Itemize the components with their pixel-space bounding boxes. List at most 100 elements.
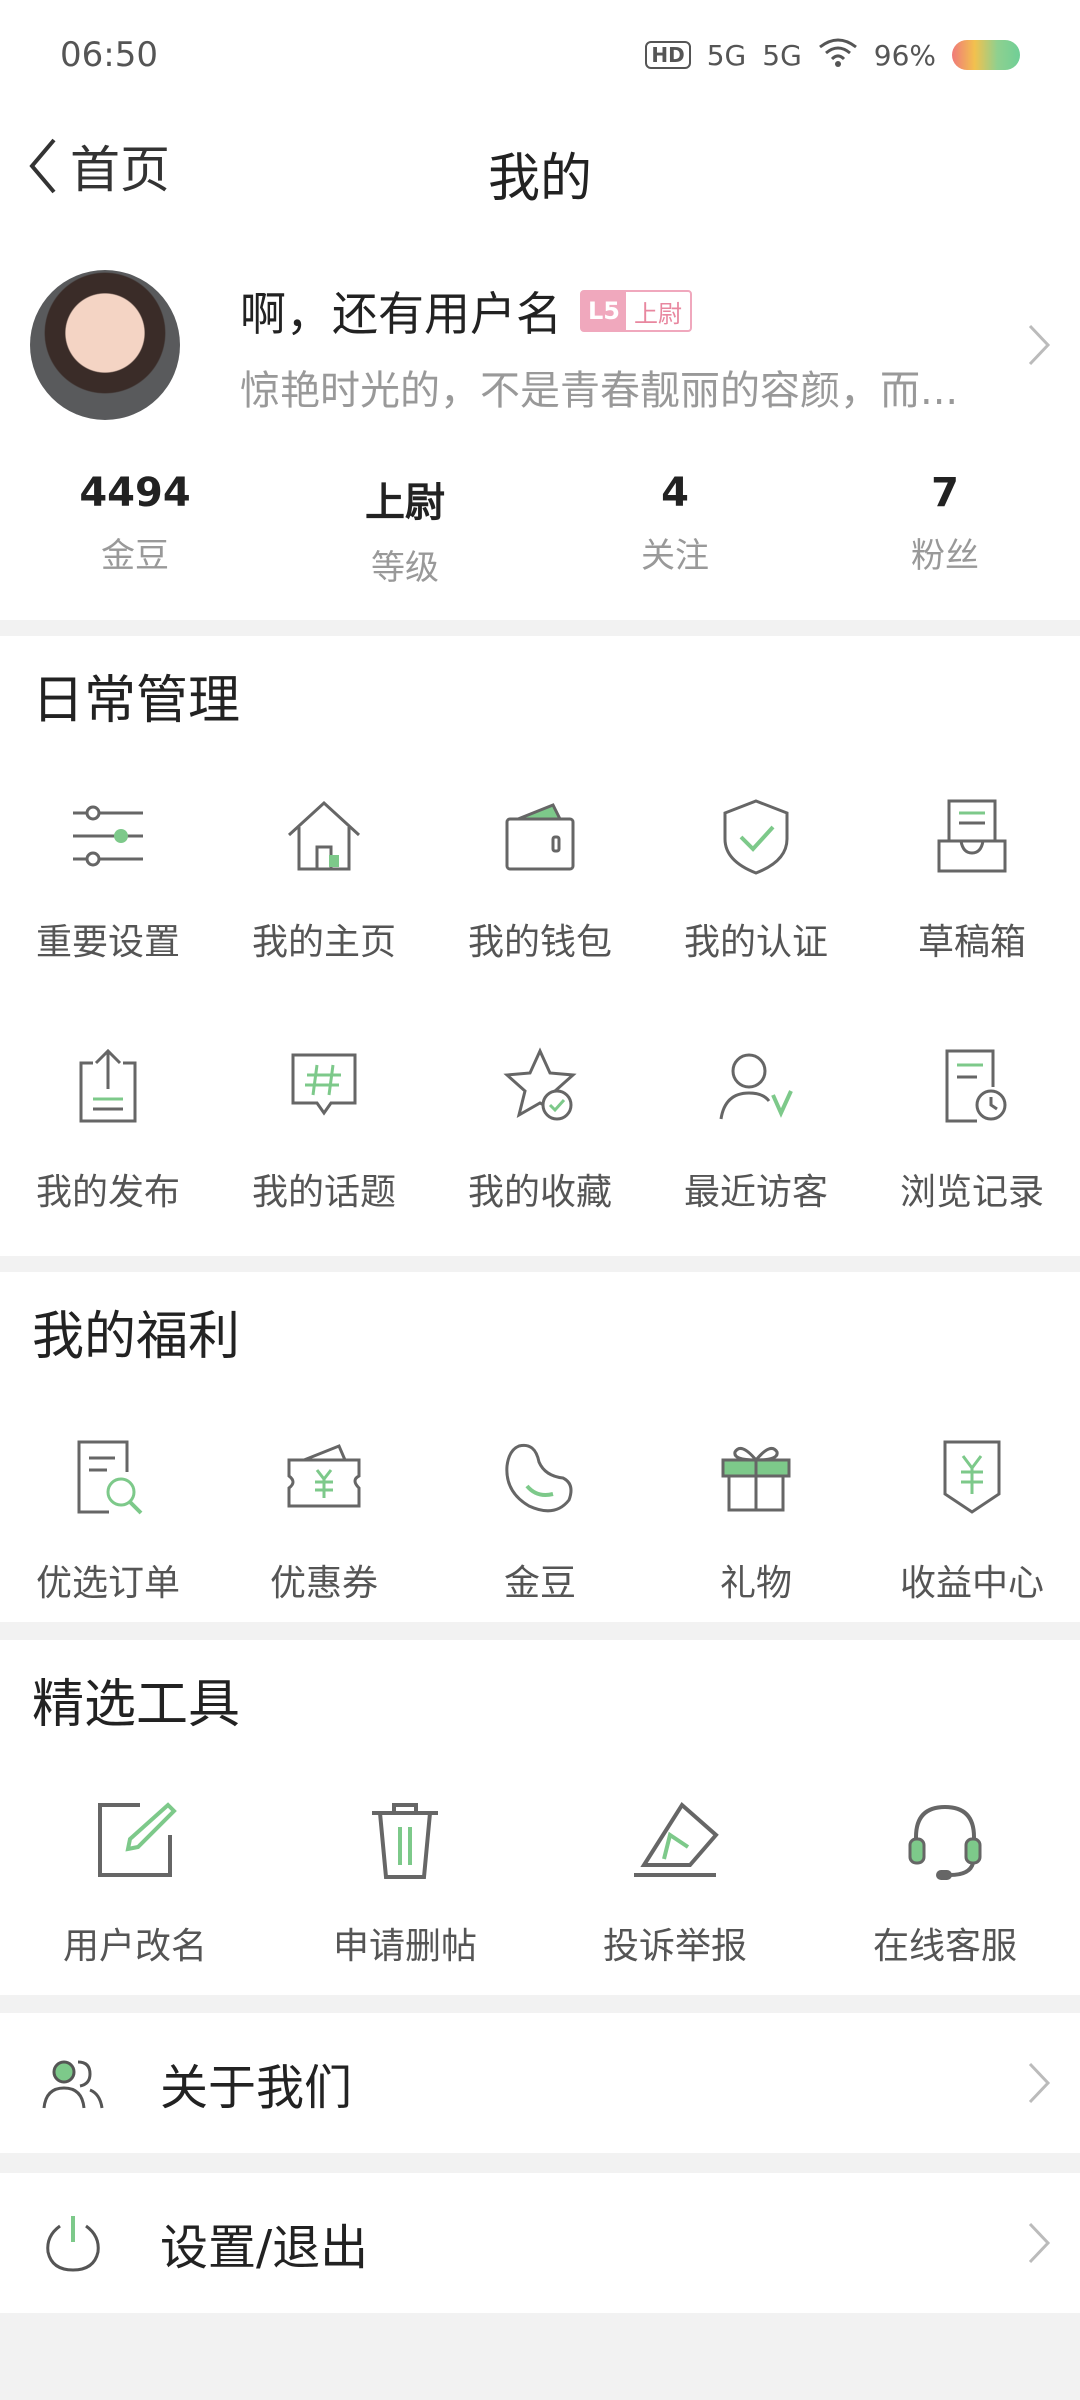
welfare-row: 优选订单 优惠券 金豆 礼物 收益中心: [0, 1432, 1080, 1606]
avatar[interactable]: [30, 270, 180, 420]
menu-label: 草稿箱: [917, 922, 1026, 963]
chevron-right-icon: [1028, 324, 1051, 366]
tool-delete-post[interactable]: 申请删帖: [270, 1795, 540, 1969]
hashtag-icon: [291, 1053, 357, 1116]
menu-label: 最近访客: [683, 1172, 828, 1213]
tools-row: 用户改名 申请删帖 投诉举报 在线客服: [0, 1795, 1080, 1969]
signal-5g-icon: 5G: [706, 38, 747, 72]
menu-label: 优选订单: [35, 1563, 180, 1604]
stat-value: 4494: [79, 470, 191, 516]
stat-label: 等级: [371, 548, 439, 588]
menu-recent-visitors[interactable]: 最近访客: [648, 1041, 864, 1215]
menu-coupons[interactable]: 优惠券: [216, 1432, 432, 1606]
level-badge: L5 上尉: [580, 290, 692, 332]
stat-level[interactable]: 上尉 等级: [270, 470, 540, 589]
row-label: 设置/退出: [160, 2220, 369, 2276]
level-badge-code: L5: [582, 292, 626, 330]
bean-icon: [505, 1443, 573, 1513]
stat-value: 7: [931, 470, 959, 516]
menu-browse-history[interactable]: 浏览记录: [864, 1041, 1080, 1215]
menu-label: 我的钱包: [467, 922, 612, 963]
welfare-section: 我的福利 优选订单 优惠券 金豆 礼物 收益中心: [0, 1272, 1080, 1622]
section-title: 日常管理: [32, 671, 241, 731]
menu-label: 礼物: [719, 1563, 792, 1604]
menu-my-topics[interactable]: 我的话题: [216, 1041, 432, 1215]
power-icon: [46, 2216, 100, 2272]
menu-label: 收益中心: [899, 1563, 1044, 1604]
visitor-icon: [719, 1053, 793, 1120]
section-title: 精选工具: [32, 1675, 241, 1735]
profile-card[interactable]: 啊，还有用户名 L5 上尉 惊艳时光的，不是青春靓丽的容颜，而... 4494 金…: [0, 230, 1080, 620]
tool-rename[interactable]: 用户改名: [0, 1795, 270, 1969]
battery-icon: [952, 40, 1020, 70]
status-bar: 06:50 HD 5G 5G 96%: [0, 0, 1080, 110]
history-icon: [945, 1049, 1007, 1123]
stats-row: 4494 金豆 上尉等级 4 关注 7 粉丝: [0, 470, 1080, 589]
menu-beans[interactable]: 金豆: [432, 1432, 648, 1606]
inbox-icon: [937, 799, 1007, 873]
menu-my-favorites[interactable]: 我的收藏: [432, 1041, 648, 1215]
menu-important-settings[interactable]: 重要设置: [0, 791, 216, 965]
menu-label: 申请删帖: [332, 1926, 477, 1967]
about-us-row[interactable]: 关于我们: [0, 2013, 1080, 2153]
home-icon: [287, 800, 361, 871]
section-title: 我的福利: [32, 1307, 241, 1367]
daily-row-1: 重要设置 我的主页 我的钱包 我的认证 草稿箱: [0, 791, 1080, 965]
star-check-icon: [503, 1047, 577, 1121]
shield-check-icon: [723, 799, 789, 875]
chevron-right-icon: [1028, 2222, 1051, 2264]
daily-management-section: 日常管理 重要设置 我的主页 我的钱包 我的认证 草稿箱 我的发布 我的话题 我…: [0, 636, 1080, 1256]
menu-gifts[interactable]: 礼物: [648, 1432, 864, 1606]
menu-label: 重要设置: [35, 922, 180, 963]
coupon-icon: [287, 1444, 361, 1508]
level-badge-name: 上尉: [634, 299, 682, 328]
tool-report[interactable]: 投诉举报: [540, 1795, 810, 1969]
menu-label: 浏览记录: [899, 1172, 1044, 1213]
menu-label: 投诉举报: [602, 1926, 747, 1967]
stat-label: 粉丝: [911, 536, 979, 576]
stat-fans[interactable]: 7 粉丝: [810, 470, 1080, 589]
page-title: 我的: [487, 149, 592, 209]
top-nav: 首页 我的: [0, 110, 1080, 230]
menu-label: 用户改名: [62, 1926, 207, 1967]
menu-my-homepage[interactable]: 我的主页: [216, 791, 432, 965]
menu-my-verification[interactable]: 我的认证: [648, 791, 864, 965]
tool-customer-service[interactable]: 在线客服: [810, 1795, 1080, 1969]
user-bio: 惊艳时光的，不是青春靓丽的容颜，而...: [240, 368, 959, 414]
revenue-icon: [943, 1440, 1001, 1514]
daily-row-2: 我的发布 我的话题 我的收藏 最近访客 浏览记录: [0, 1041, 1080, 1215]
menu-orders[interactable]: 优选订单: [0, 1432, 216, 1606]
menu-drafts[interactable]: 草稿箱: [864, 791, 1080, 965]
upload-doc-icon: [79, 1048, 137, 1123]
menu-my-posts[interactable]: 我的发布: [0, 1041, 216, 1215]
menu-revenue-center[interactable]: 收益中心: [864, 1432, 1080, 1606]
gift-icon: [721, 1446, 791, 1512]
stat-value: 4: [661, 470, 689, 516]
report-icon: [634, 1801, 719, 1877]
signal-5g-icon-2: 5G: [762, 38, 802, 72]
stat-label: 金豆: [101, 536, 169, 576]
stat-value: 上尉: [365, 480, 445, 526]
menu-label: 优惠券: [269, 1563, 378, 1604]
status-time: 06:50: [60, 35, 158, 75]
wifi-icon: [818, 37, 858, 74]
menu-label: 我的认证: [683, 922, 828, 963]
battery-percent: 96%: [873, 38, 936, 72]
stat-label: 关注: [641, 536, 709, 576]
edit-icon: [98, 1802, 177, 1877]
users-icon: [42, 2060, 104, 2109]
stat-beans[interactable]: 4494 金豆: [0, 470, 270, 589]
username: 啊，还有用户名: [240, 287, 562, 341]
menu-label: 金豆: [503, 1563, 576, 1604]
settings-logout-row[interactable]: 设置/退出: [0, 2173, 1080, 2313]
row-label: 关于我们: [160, 2060, 353, 2116]
chevron-right-icon: [1028, 2062, 1051, 2104]
stat-following[interactable]: 4 关注: [540, 470, 810, 589]
menu-my-wallet[interactable]: 我的钱包: [432, 791, 648, 965]
status-icons: HD 5G 5G 96%: [645, 37, 1020, 74]
menu-label: 我的主页: [251, 922, 396, 963]
order-search-icon: [77, 1440, 143, 1515]
menu-label: 我的话题: [251, 1172, 396, 1213]
trash-icon: [372, 1803, 438, 1879]
hd-indicator: HD: [645, 41, 691, 69]
